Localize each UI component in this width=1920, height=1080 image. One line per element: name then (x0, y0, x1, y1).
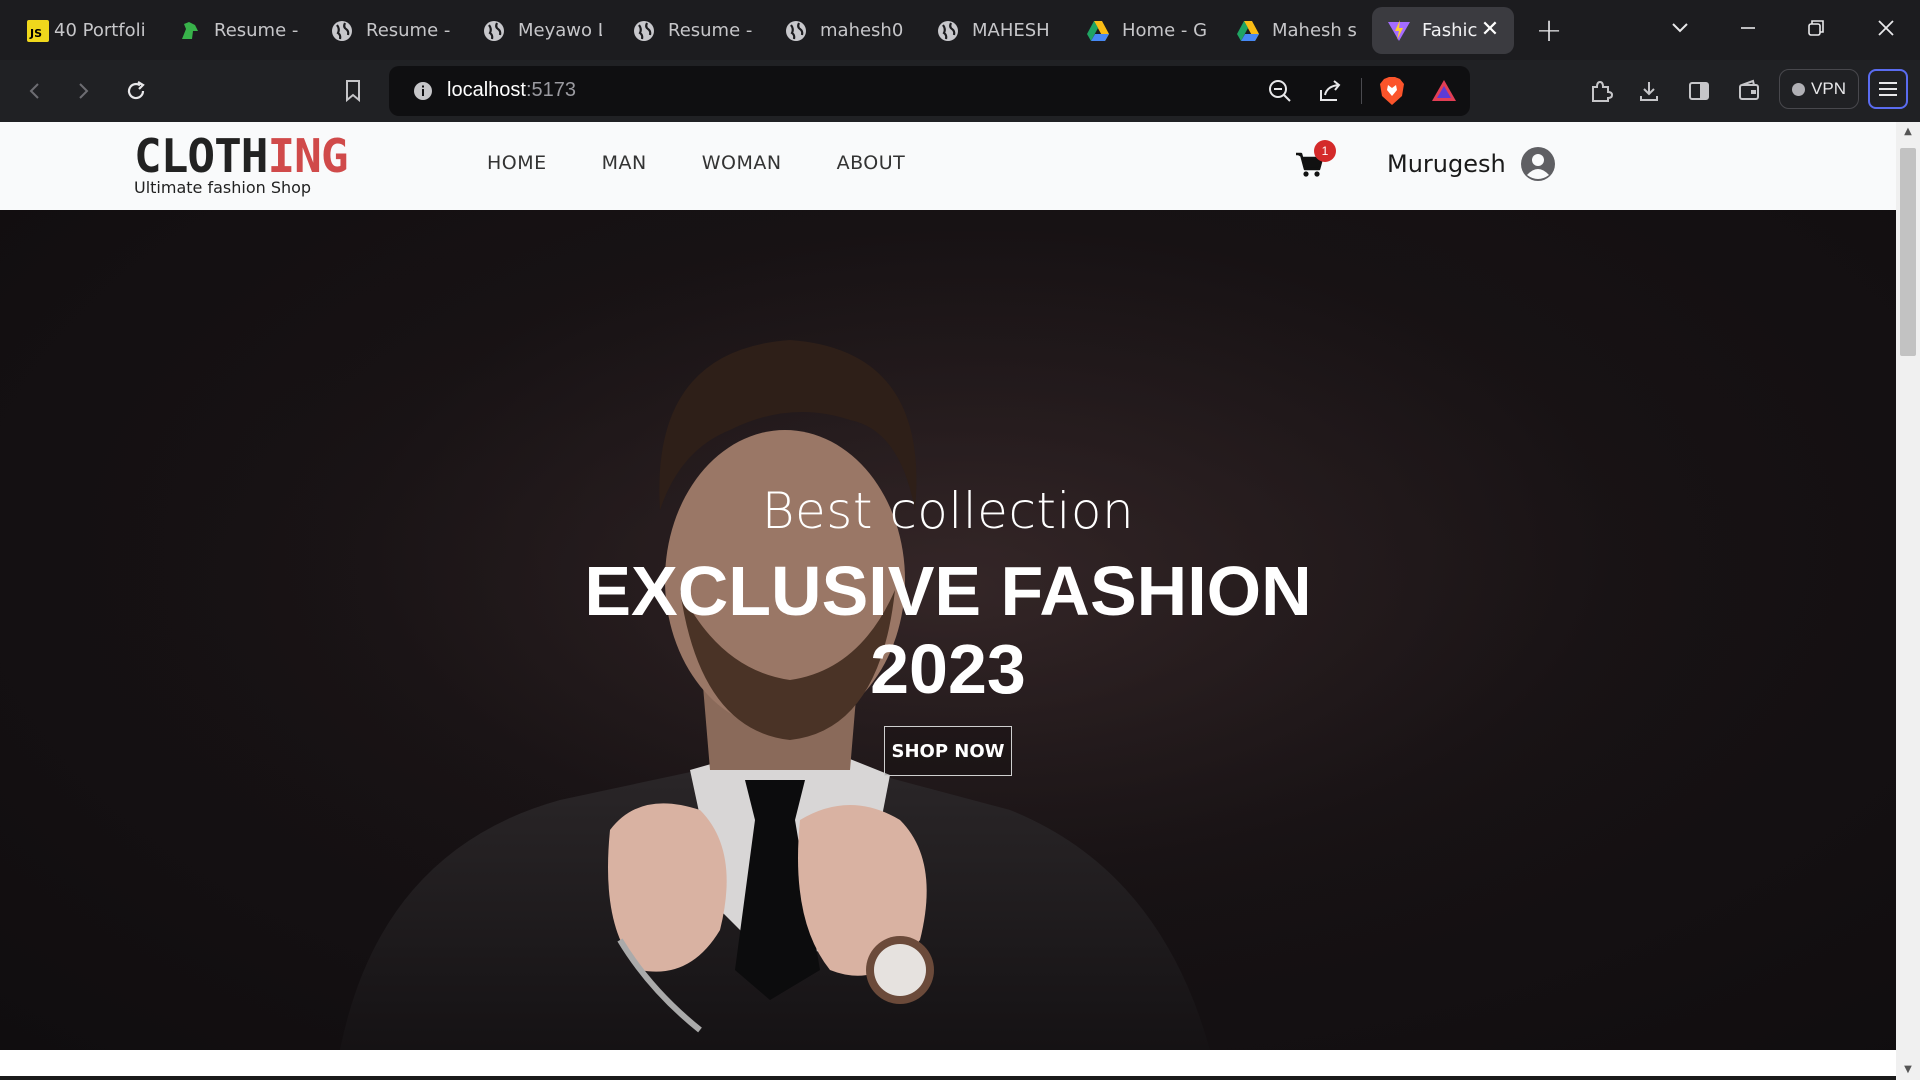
close-window-button[interactable] (1866, 8, 1906, 48)
tab-title: Home - Go (1122, 20, 1206, 41)
forward-button[interactable] (64, 72, 102, 110)
globe-icon (784, 19, 808, 43)
shop-now-button[interactable]: SHOP NOW (884, 726, 1012, 776)
web-page: CLOTHING Ultimate fashion Shop HOME MAN … (0, 122, 1896, 1080)
tab-5[interactable]: Resume - S (632, 7, 752, 54)
drive-icon (1236, 19, 1260, 43)
tab-active-fashion[interactable]: Fashic ✕ (1372, 7, 1514, 54)
nav-about[interactable]: ABOUT (837, 152, 906, 174)
site-logo[interactable]: CLOTHING Ultimate fashion Shop (134, 129, 349, 197)
tab-strip: JS 40 Portfoli Resume - / Resume - S Mey… (0, 0, 1920, 60)
nav-man[interactable]: MAN (602, 152, 647, 174)
tab-7[interactable]: MAHESH I (936, 7, 1056, 54)
minimize-button[interactable] (1728, 8, 1768, 48)
globe-icon (330, 19, 354, 43)
tab-1[interactable]: JS 40 Portfoli (26, 7, 152, 54)
tab-3[interactable]: Resume - S (330, 7, 450, 54)
bookmark-button[interactable] (334, 72, 372, 110)
globe-icon (632, 19, 656, 43)
scrollbar-thumb[interactable] (1900, 148, 1916, 356)
brave-rewards-icon[interactable] (1431, 78, 1457, 108)
hamburger-icon (1879, 82, 1897, 96)
hero-headline-line2: 2023 (870, 630, 1026, 708)
cart-count-badge: 1 (1314, 140, 1336, 162)
hero-headline-line1: EXCLUSIVE FASHION (584, 552, 1312, 630)
main-nav: HOME MAN WOMAN ABOUT (487, 152, 960, 174)
tab-title: Meyawo L: (518, 20, 602, 41)
hero-banner: Best collection EXCLUSIVE FASHION 2023 S… (0, 210, 1896, 1050)
page-divider (0, 1076, 1896, 1080)
reload-button[interactable] (117, 72, 155, 110)
user-menu[interactable]: Murugesh (1387, 146, 1556, 182)
hero-subtitle: Best collection (761, 482, 1135, 540)
tab-title: Resume - S (366, 20, 450, 41)
tab-9[interactable]: Mahesh sr (1236, 7, 1356, 54)
page-scrollbar[interactable]: ▲ ▼ (1896, 122, 1920, 1080)
globe-icon (482, 19, 506, 43)
url-text[interactable]: localhost:5173 (447, 79, 576, 102)
site-info-icon[interactable] (413, 81, 433, 105)
drive-icon (1086, 19, 1110, 43)
brave-shields-icon[interactable] (1379, 76, 1405, 110)
sidebar-icon[interactable] (1680, 72, 1718, 110)
url-port: :5173 (525, 79, 576, 101)
tab-title: Resume - S (668, 20, 752, 41)
tab-2[interactable]: Resume - / (178, 7, 298, 54)
vite-icon (1387, 19, 1411, 43)
globe-icon (936, 19, 960, 43)
tab-title: Fashic (1422, 20, 1478, 41)
user-name: Murugesh (1387, 150, 1506, 178)
tab-8[interactable]: Home - Go (1086, 7, 1206, 54)
tab-title: Mahesh sr (1272, 20, 1356, 41)
nav-woman[interactable]: WOMAN (702, 152, 782, 174)
js-icon: JS (26, 19, 50, 43)
cart-button[interactable]: 1 (1295, 140, 1336, 184)
divider (1361, 78, 1362, 104)
tab-title: mahesh08 (820, 20, 904, 41)
extensions-icon[interactable] (1582, 72, 1620, 110)
address-bar[interactable]: localhost:5173 (389, 66, 1470, 116)
downloads-icon[interactable] (1630, 72, 1668, 110)
wallet-icon[interactable] (1730, 72, 1768, 110)
url-host: localhost (447, 79, 526, 101)
site-navbar: CLOTHING Ultimate fashion Shop HOME MAN … (0, 122, 1896, 210)
tab-4[interactable]: Meyawo L: (482, 7, 602, 54)
scroll-down-icon[interactable]: ▼ (1902, 1064, 1914, 1076)
restore-button[interactable] (1796, 8, 1836, 48)
svg-text:JS: JS (29, 27, 42, 40)
zoom-out-icon[interactable] (1267, 78, 1293, 108)
share-icon[interactable] (1317, 78, 1343, 108)
horse-icon (178, 19, 202, 43)
vpn-status-icon (1792, 82, 1806, 96)
tab-title: 40 Portfoli (54, 20, 146, 41)
logo-wordmark: CLOTHING (134, 129, 349, 183)
hero-headline: EXCLUSIVE FASHION 2023 (560, 552, 1336, 708)
menu-button[interactable] (1868, 69, 1908, 109)
vpn-label: VPN (1811, 79, 1846, 98)
new-tab-button[interactable]: + (1534, 14, 1564, 46)
vpn-button[interactable]: VPN (1779, 69, 1859, 109)
browser-toolbar: localhost:5173 VPN (0, 60, 1920, 122)
tab-6[interactable]: mahesh08 (784, 7, 904, 54)
user-avatar-icon (1520, 147, 1555, 181)
back-button[interactable] (16, 72, 54, 110)
tab-title: Resume - / (214, 20, 298, 41)
close-tab-icon[interactable]: ✕ (1478, 18, 1502, 42)
tab-search-chevron-icon[interactable] (1660, 8, 1700, 48)
scroll-up-icon[interactable]: ▲ (1902, 126, 1914, 138)
tab-title: MAHESH I (972, 20, 1056, 41)
nav-home[interactable]: HOME (487, 152, 547, 174)
